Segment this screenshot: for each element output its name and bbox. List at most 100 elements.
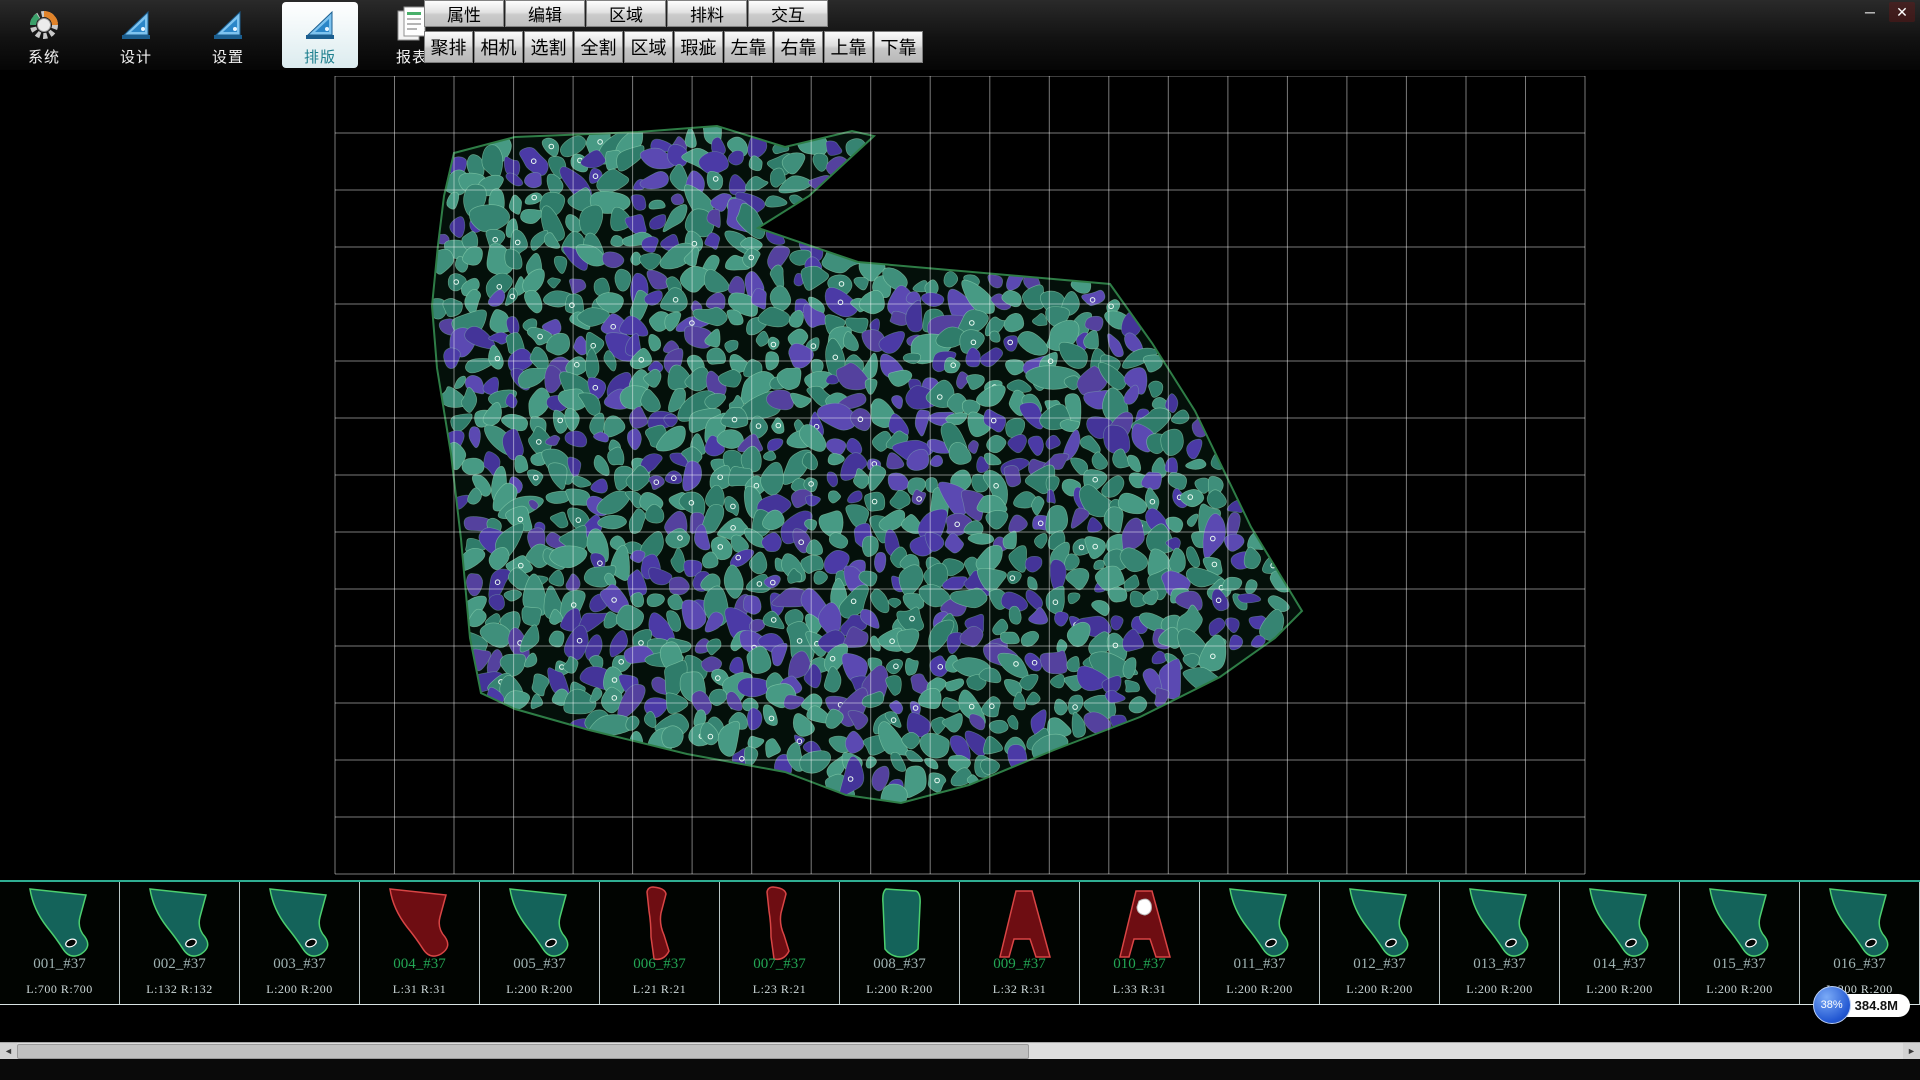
part-name: 013_#37: [1440, 956, 1559, 973]
part-shape: [140, 883, 220, 963]
part-thumbnail-10[interactable]: 010_#37 L:33 R:31: [1080, 882, 1200, 1004]
scrollbar-track[interactable]: [17, 1043, 1903, 1059]
part-shape: [980, 883, 1060, 963]
part-shape: [620, 883, 700, 963]
tool-button-row: 聚排相机选割全割区域瑕疵左靠右靠上靠下靠: [424, 31, 924, 63]
part-shape: [260, 883, 340, 963]
tool-button-5[interactable]: 区域: [624, 31, 673, 63]
part-thumbnail-7[interactable]: 007_#37 L:23 R:21: [720, 882, 840, 1004]
part-size: L:200 R:200: [480, 982, 599, 997]
part-shape: [1100, 883, 1180, 963]
part-size: L:200 R:200: [840, 982, 959, 997]
part-name: 011_#37: [1200, 956, 1319, 973]
tool-button-1[interactable]: 聚排: [424, 31, 473, 63]
part-thumbnail-4[interactable]: 004_#37 L:31 R:31: [360, 882, 480, 1004]
close-button[interactable]: ✕: [1889, 2, 1915, 22]
layout-icon: [303, 5, 337, 45]
nav-tab-1[interactable]: 系统: [6, 2, 82, 68]
window-controls: ─ ✕: [1857, 2, 1915, 22]
minimize-button[interactable]: ─: [1857, 2, 1883, 22]
tool-button-9[interactable]: 上靠: [824, 31, 873, 63]
part-shape: [1460, 883, 1540, 963]
part-thumbnail-6[interactable]: 006_#37L:21 R:21: [600, 882, 720, 1004]
part-shape: [1580, 883, 1660, 963]
tool-button-4[interactable]: 全割: [574, 31, 623, 63]
part-shape: [1220, 883, 1300, 963]
tool-button-6[interactable]: 瑕疵: [674, 31, 723, 63]
part-thumbnail-9[interactable]: 009_#37L:32 R:31: [960, 882, 1080, 1004]
part-thumbnail-8[interactable]: 008_#37 L:200 R:200: [840, 882, 960, 1004]
part-thumbnail-12[interactable]: 012_#37L:200 R:200: [1320, 882, 1440, 1004]
nav-tab-4[interactable]: 排版: [282, 2, 358, 68]
part-shape: [20, 883, 100, 963]
menu-tab-2[interactable]: 编辑: [505, 0, 585, 27]
menu-tab-4[interactable]: 排料: [667, 0, 747, 27]
part-shape: [380, 883, 460, 963]
toolbar: 系统设计设置排版报表 属性编辑区域排料交互 聚排相机选割全割区域瑕疵左靠右靠上靠…: [0, 0, 1920, 70]
menu-tab-3[interactable]: 区域: [586, 0, 666, 27]
part-thumbnail-3[interactable]: 003_#37 L:200 R:200: [240, 882, 360, 1004]
part-name: 001_#37: [0, 956, 119, 973]
scroll-left-arrow[interactable]: ◄: [0, 1043, 17, 1059]
part-size: L:200 R:200: [1680, 982, 1799, 997]
nav-tab-label: 设计: [120, 46, 152, 67]
part-name: 002_#37: [120, 956, 239, 973]
menu-area: 属性编辑区域排料交互 聚排相机选割全割区域瑕疵左靠右靠上靠下靠: [424, 0, 924, 63]
part-name: 014_#37: [1560, 956, 1679, 973]
part-name: 007_#37: [720, 956, 839, 973]
nav-tab-label: 排版: [304, 46, 336, 67]
part-size: L:200 R:200: [240, 982, 359, 997]
part-size: L:200 R:200: [1200, 982, 1319, 997]
part-shape: [860, 883, 940, 963]
part-name: 008_#37: [840, 956, 959, 973]
part-name: 010_#37: [1080, 956, 1199, 973]
part-name: 012_#37: [1320, 956, 1439, 973]
status-indicator: 38% 384.8M: [1813, 986, 1910, 1024]
scroll-right-arrow[interactable]: ►: [1903, 1043, 1920, 1059]
tool-button-3[interactable]: 选割: [524, 31, 573, 63]
tool-button-2[interactable]: 相机: [474, 31, 523, 63]
part-size: L:31 R:31: [360, 982, 479, 997]
part-thumbnail-2[interactable]: 002_#37 L:132 R:132: [120, 882, 240, 1004]
tool-button-7[interactable]: 左靠: [724, 31, 773, 63]
app-window: 系统设计设置排版报表 属性编辑区域排料交互 聚排相机选割全割区域瑕疵左靠右靠上靠…: [0, 0, 1920, 1080]
part-shape: [1700, 883, 1780, 963]
part-size: L:200 R:200: [1560, 982, 1679, 997]
part-size: L:21 R:21: [600, 982, 719, 997]
design-icon: [119, 5, 153, 45]
gear-icon: [27, 5, 61, 45]
part-name: 015_#37: [1680, 956, 1799, 973]
part-name: 016_#37: [1800, 956, 1919, 973]
part-name: 004_#37: [360, 956, 479, 973]
horizontal-scrollbar[interactable]: ◄ ►: [0, 1042, 1920, 1059]
menu-tab-1[interactable]: 属性: [424, 0, 504, 27]
menu-tab-5[interactable]: 交互: [748, 0, 828, 27]
nav-tab-3[interactable]: 设置: [190, 2, 266, 68]
progress-badge: 38%: [1813, 986, 1851, 1024]
nav-tabs: 系统设计设置排版报表: [6, 2, 450, 68]
tool-button-8[interactable]: 右靠: [774, 31, 823, 63]
nesting-drawing: [0, 76, 1920, 880]
scrollbar-thumb[interactable]: [17, 1044, 1029, 1059]
part-shape: [500, 883, 580, 963]
settings-icon: [211, 5, 245, 45]
part-size: L:32 R:31: [960, 982, 1079, 997]
part-thumbnail-5[interactable]: 005_#37 L:200 R:200: [480, 882, 600, 1004]
part-thumbnail-14[interactable]: 014_#37 L:200 R:200: [1560, 882, 1680, 1004]
part-name: 005_#37: [480, 956, 599, 973]
part-name: 003_#37: [240, 956, 359, 973]
part-shape: [740, 883, 820, 963]
part-size: L:33 R:31: [1080, 982, 1199, 997]
nesting-canvas[interactable]: [0, 76, 1920, 880]
part-size: L:23 R:21: [720, 982, 839, 997]
part-thumbnail-13[interactable]: 013_#37L:200 R:200: [1440, 882, 1560, 1004]
part-thumbnail-11[interactable]: 011_#37 L:200 R:200: [1200, 882, 1320, 1004]
part-size: L:132 R:132: [120, 982, 239, 997]
tool-button-10[interactable]: 下靠: [874, 31, 923, 63]
part-thumbnail-15[interactable]: 015_#37 L:200 R:200: [1680, 882, 1800, 1004]
nav-tab-2[interactable]: 设计: [98, 2, 174, 68]
nav-tab-label: 系统: [28, 46, 60, 67]
part-size: L:700 R:700: [0, 982, 119, 997]
part-shape: [1820, 883, 1900, 963]
part-thumbnail-1[interactable]: 001_#37 L:700 R:700: [0, 882, 120, 1004]
